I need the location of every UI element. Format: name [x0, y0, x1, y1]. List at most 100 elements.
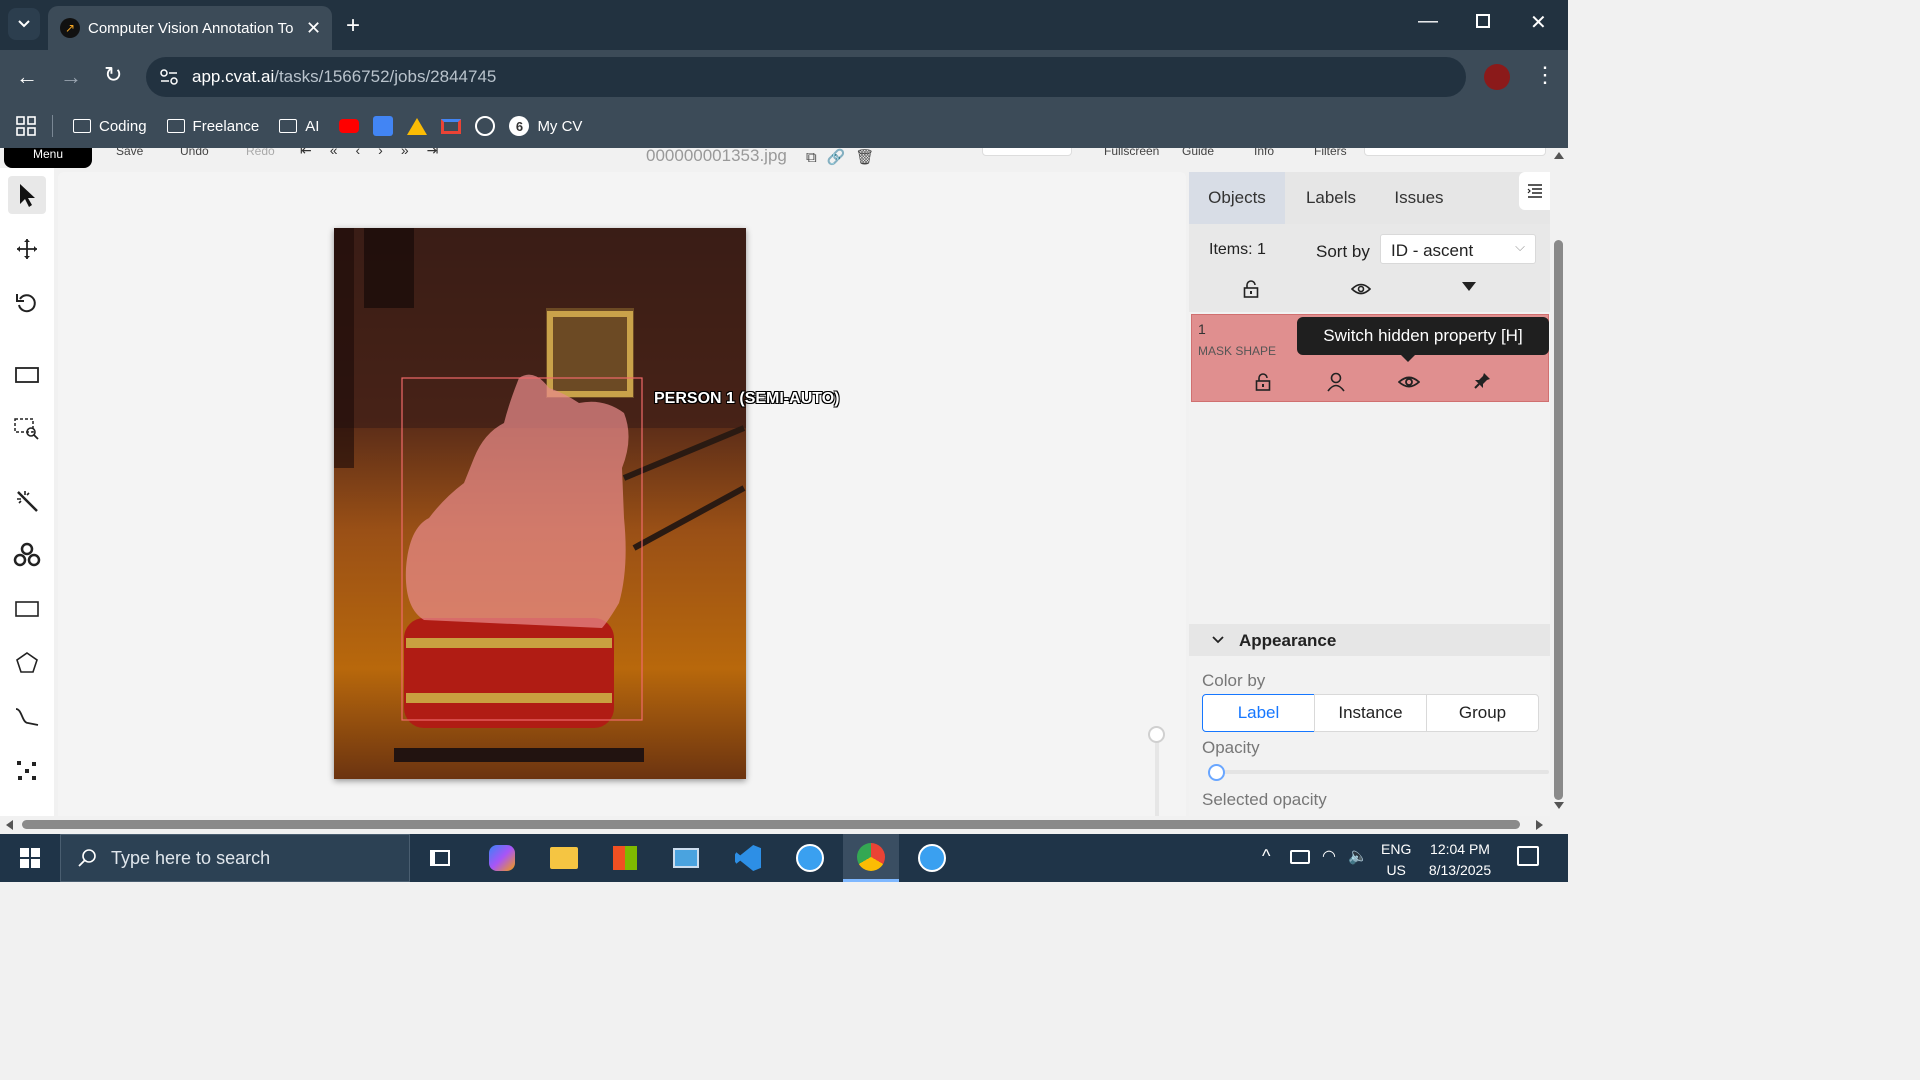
taskbar-control-panel[interactable] — [658, 834, 714, 882]
windows-logo-icon — [20, 848, 40, 868]
color-by-label-button[interactable]: Label — [1202, 694, 1315, 732]
vertical-scroll-thumb[interactable] — [1554, 240, 1563, 800]
browser-tab-cvat[interactable]: ↗ Computer Vision Annotation To ✕ — [48, 6, 332, 50]
new-tab-icon[interactable]: + — [346, 12, 360, 40]
opacity-slider-handle[interactable] — [1208, 764, 1225, 781]
occluded-person-icon[interactable] — [1327, 372, 1345, 392]
bookmark-youtube[interactable] — [339, 119, 360, 133]
filters-button[interactable]: Filters — [1314, 148, 1347, 158]
bookmark-translate[interactable] — [373, 116, 394, 136]
filters-input[interactable] — [1364, 148, 1546, 156]
horizontal-scroll-thumb[interactable] — [22, 820, 1520, 829]
undo-button[interactable]: Undo — [180, 148, 209, 158]
taskbar-app-1[interactable] — [782, 834, 838, 882]
bookmark-freelance[interactable]: Freelance — [166, 118, 259, 135]
page-horizontal-scrollbar[interactable] — [0, 816, 1550, 834]
canvas-vertical-slider[interactable] — [1155, 734, 1159, 816]
color-by-instance-button[interactable]: Instance — [1314, 694, 1427, 732]
forward-arrow-icon[interactable]: → — [60, 64, 82, 90]
opacity-slider-track[interactable] — [1209, 770, 1549, 774]
cursor-tool[interactable] — [8, 176, 46, 214]
collapse-sidebar-button[interactable] — [1519, 172, 1550, 210]
scroll-up-arrow-icon[interactable] — [1554, 152, 1564, 159]
annotated-image[interactable] — [334, 228, 746, 779]
taskbar-search[interactable]: Type here to search — [60, 834, 410, 882]
clock[interactable]: 12:04 PM 8/13/2025 — [1426, 839, 1494, 881]
magic-wand-tool[interactable] — [8, 482, 46, 520]
battery-icon[interactable] — [1290, 850, 1310, 864]
scroll-right-arrow-icon[interactable] — [1536, 820, 1543, 830]
rotate-tool[interactable] — [8, 284, 46, 322]
tab-labels[interactable]: Labels — [1285, 188, 1377, 208]
color-by-group-button[interactable]: Group — [1426, 694, 1539, 732]
object-id: 1 — [1198, 321, 1206, 337]
volume-icon[interactable]: 🔈 — [1348, 846, 1368, 866]
back-arrow-icon[interactable]: ← — [16, 64, 38, 90]
hidden-eye-icon[interactable] — [1398, 375, 1420, 389]
taskbar-store[interactable] — [597, 834, 653, 882]
language-indicator[interactable]: ENG US — [1381, 839, 1411, 881]
taskbar-copilot[interactable] — [474, 834, 530, 882]
tab-issues[interactable]: Issues — [1377, 188, 1461, 208]
save-button[interactable]: Save — [116, 148, 143, 158]
close-window-icon[interactable]: ✕ — [1530, 10, 1547, 35]
zoom-region-tool[interactable] — [8, 410, 46, 448]
pin-icon[interactable] — [1473, 372, 1491, 390]
objects-header: Items: 1 Sort by ID - ascent ⌵ — [1189, 224, 1550, 312]
taskbar-app-2[interactable] — [904, 834, 960, 882]
tab-objects[interactable]: Objects — [1189, 172, 1285, 224]
taskbar-chrome[interactable] — [843, 834, 899, 882]
polyline-tool[interactable] — [8, 698, 46, 736]
bookmark-gmail[interactable] — [441, 118, 462, 134]
notifications-icon[interactable] — [1517, 846, 1539, 866]
site-settings-icon[interactable] — [160, 69, 178, 85]
minimize-icon[interactable]: — — [1418, 10, 1438, 33]
browser-menu-icon[interactable]: ⋮ — [1534, 62, 1556, 88]
appearance-header[interactable]: Appearance — [1189, 624, 1550, 656]
menu-button[interactable]: Menu — [4, 148, 92, 168]
fullscreen-button[interactable]: Fullscreen — [1104, 148, 1159, 158]
wifi-icon[interactable]: ◠ — [1322, 846, 1336, 866]
player-controls[interactable]: ⇤«‹›»⇥ — [300, 148, 456, 159]
points-tool[interactable] — [8, 752, 46, 790]
guide-button[interactable]: Guide — [1182, 148, 1214, 158]
task-view-button[interactable] — [412, 834, 468, 882]
bookmark-chatgpt[interactable] — [475, 116, 496, 136]
rectangle-tool[interactable] — [8, 590, 46, 628]
show-hidden-icons-icon[interactable]: ^ — [1262, 846, 1270, 867]
page-vertical-scrollbar[interactable] — [1550, 148, 1568, 816]
canvas-slider-handle[interactable] — [1148, 726, 1165, 743]
bookmark-drive[interactable] — [407, 117, 428, 135]
redo-button[interactable]: Redo — [246, 148, 275, 158]
move-tool[interactable] — [8, 230, 46, 268]
restore-icon[interactable] — [1476, 14, 1490, 28]
address-bar[interactable]: app.cvat.ai/tasks/1566752/jobs/2844745 — [146, 57, 1466, 97]
scroll-down-arrow-icon[interactable] — [1554, 802, 1564, 809]
tab-search-button[interactable] — [8, 8, 40, 40]
scroll-left-arrow-icon[interactable] — [6, 820, 13, 830]
close-tab-icon[interactable]: ✕ — [306, 18, 321, 39]
cvat-annotation-workspace: Menu Save Undo Redo ⇤«‹›»⇥ 000000001353.… — [0, 148, 1550, 816]
start-button[interactable] — [2, 834, 58, 882]
taskbar-vscode[interactable] — [720, 834, 776, 882]
eye-all-icon[interactable] — [1351, 282, 1371, 296]
bookmark-my-cv[interactable]: 6 My CV — [509, 116, 582, 136]
segment-label: Label — [1237, 703, 1280, 722]
apps-grid-icon[interactable] — [16, 116, 36, 136]
taskbar-file-explorer[interactable] — [536, 834, 592, 882]
unlock-all-icon[interactable] — [1243, 280, 1259, 298]
reload-icon[interactable]: ↻ — [104, 62, 122, 88]
info-button[interactable]: Info — [1254, 148, 1274, 158]
sort-select[interactable]: ID - ascent ⌵ — [1380, 234, 1536, 264]
file-actions-icons[interactable]: ⧉🔗🗑 — [806, 148, 884, 166]
bookmark-ai[interactable]: AI — [279, 118, 319, 135]
bookmark-coding[interactable]: Coding — [73, 118, 147, 135]
fit-image-tool[interactable] — [8, 356, 46, 394]
polygon-tool[interactable] — [8, 644, 46, 682]
task-view-icon — [430, 850, 450, 866]
frame-number-input[interactable] — [982, 148, 1072, 156]
profile-avatar[interactable] — [1484, 64, 1510, 90]
lock-icon[interactable] — [1255, 373, 1271, 391]
expand-all-icon[interactable] — [1462, 282, 1476, 291]
openvino-tool[interactable] — [8, 536, 46, 574]
